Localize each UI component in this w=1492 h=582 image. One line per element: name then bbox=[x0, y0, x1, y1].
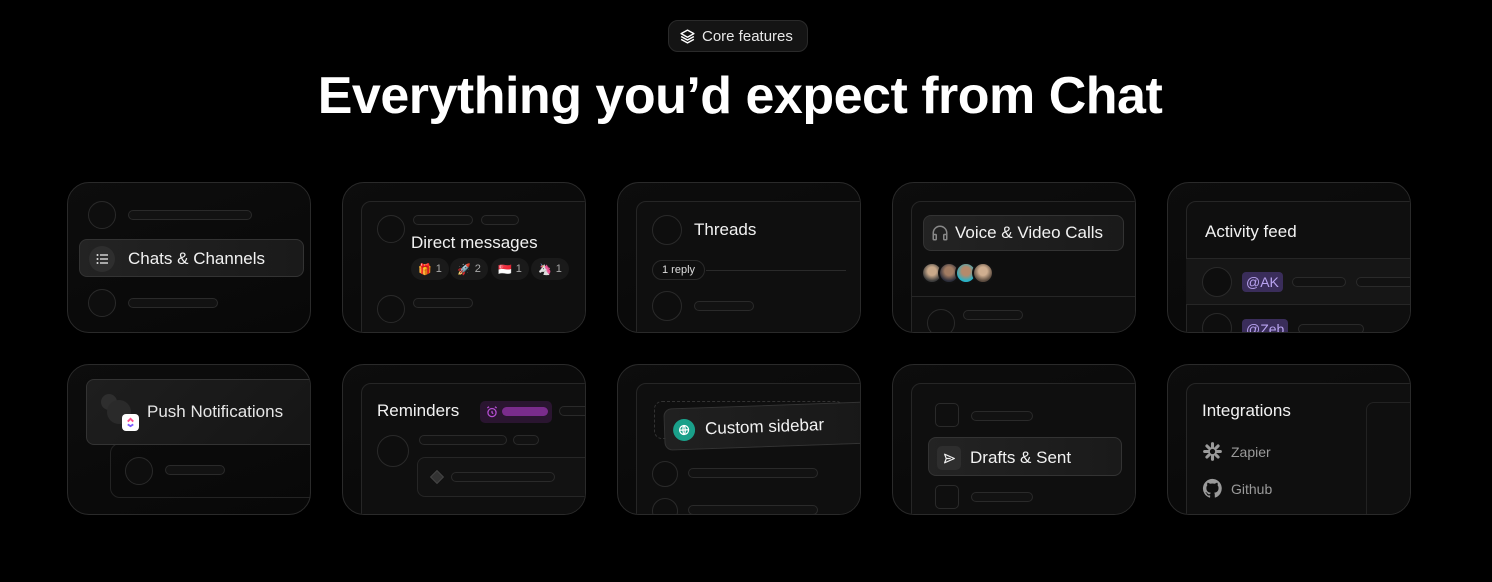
reaction-chip[interactable]: 🇸🇬 1 bbox=[491, 258, 529, 280]
drafts-label: Drafts & Sent bbox=[970, 448, 1072, 467]
reaction-chip[interactable]: 🦄 1 bbox=[531, 258, 569, 280]
zapier-icon bbox=[1203, 442, 1222, 461]
reaction-chip[interactable]: 🎁 1 bbox=[411, 258, 449, 280]
page-title: Everything you’d expect from Chat bbox=[317, 67, 1163, 125]
card-activity-feed[interactable]: Activity feed @AK @Zeb bbox=[1167, 182, 1411, 333]
github-icon bbox=[1202, 478, 1222, 498]
globe-icon bbox=[672, 418, 696, 442]
sidebar-highlight: Custom sidebar bbox=[663, 401, 860, 451]
card-chats-channels[interactable]: Chats & Channels bbox=[67, 182, 311, 333]
calls-highlight: Voice & Video Calls bbox=[923, 215, 1124, 251]
card-voice-video-calls[interactable]: Voice & Video Calls bbox=[892, 182, 1136, 333]
chats-label: Chats & Channels bbox=[128, 249, 266, 268]
threads-label: Threads bbox=[694, 220, 757, 239]
card-integrations[interactable]: Integrations Zapier Github bbox=[1167, 364, 1411, 515]
headphones-icon bbox=[932, 225, 948, 241]
card-drafts-sent[interactable]: Drafts & Sent bbox=[892, 364, 1136, 515]
reaction-chip[interactable]: 🚀 2 bbox=[450, 258, 488, 280]
send-icon bbox=[937, 446, 961, 470]
card-reminders[interactable]: Reminders bbox=[342, 364, 586, 515]
reminders-label: Reminders bbox=[377, 401, 460, 420]
push-label: Push Notifications bbox=[147, 402, 284, 421]
sidebar-label: Custom sidebar bbox=[704, 415, 825, 439]
mention-tag[interactable]: @AK bbox=[1242, 272, 1283, 292]
core-features-badge: Core features bbox=[668, 20, 808, 52]
activity-label: Activity feed bbox=[1205, 222, 1297, 241]
participant-avatar bbox=[972, 262, 994, 284]
reply-count[interactable]: 1 reply bbox=[652, 260, 706, 280]
calls-label: Voice & Video Calls bbox=[955, 223, 1104, 242]
list-icon bbox=[89, 246, 115, 272]
layers-icon bbox=[680, 28, 695, 44]
integrations-label: Integrations bbox=[1202, 401, 1291, 420]
app-logo-icon bbox=[122, 414, 139, 431]
mention-tag[interactable]: @Zeb bbox=[1242, 319, 1289, 332]
integration-zapier[interactable]: Zapier bbox=[1202, 441, 1271, 462]
chats-highlight: Chats & Channels bbox=[79, 239, 304, 277]
integration-github[interactable]: Github bbox=[1202, 478, 1272, 499]
reminder-chip[interactable] bbox=[480, 401, 552, 423]
push-highlight: Push Notifications bbox=[86, 379, 310, 445]
drafts-highlight: Drafts & Sent bbox=[928, 437, 1122, 476]
card-custom-sidebar[interactable]: Custom sidebar bbox=[617, 364, 861, 515]
dm-label: Direct messages bbox=[411, 233, 538, 252]
badge-label: Core features bbox=[702, 27, 793, 45]
alarm-clock-icon bbox=[486, 406, 498, 418]
card-push-notifications[interactable]: Push Notifications bbox=[67, 364, 311, 515]
card-threads[interactable]: Threads 1 reply bbox=[617, 182, 861, 333]
